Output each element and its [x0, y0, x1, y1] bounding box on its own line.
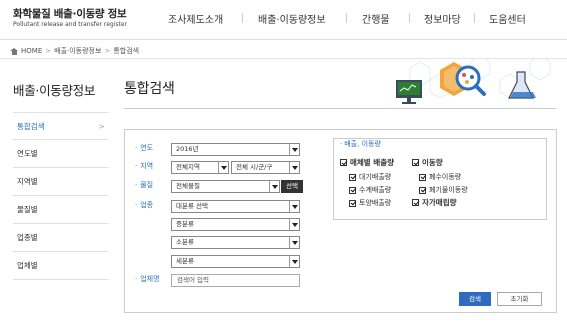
region-select-value: 전체지역	[176, 163, 200, 171]
year-select-value: 2016년	[176, 145, 199, 153]
breadcrumb-section[interactable]: 배출·이동량정보	[54, 46, 101, 56]
chevron-right-icon: >	[98, 122, 105, 131]
nav-item-help-center[interactable]: 도움센터	[489, 11, 526, 26]
page: 화학물질 배출·이동량 정보 Pollutant release and tra…	[0, 0, 567, 329]
soil-release-label: 토양배출량	[359, 199, 392, 207]
waste-transfer-label: 폐기물이동량	[429, 186, 468, 194]
chevron-right-icon: >	[45, 47, 52, 55]
sidebar-item-label: 물질별	[17, 205, 38, 214]
emission-options-panel: 배출, 이동량 매체별 배출량 이동량 대기배출량 폐수이동량 수계배출량 폐기…	[333, 138, 547, 220]
chevron-down-icon	[289, 237, 299, 248]
sidebar-item-by-company[interactable]: 업체별	[13, 252, 109, 280]
substance-select-button[interactable]: 선택	[281, 180, 303, 193]
nav-item-publications[interactable]: 간행물	[362, 11, 390, 26]
water-release-label: 수계배출량	[359, 186, 392, 194]
sidebar-title: 배출·이동량정보	[13, 83, 96, 98]
checkbox-icon	[412, 159, 419, 166]
substance-select[interactable]: 전체물질	[171, 180, 280, 193]
breadcrumb: HOME > 배출·이동량정보 > 통합검색	[10, 46, 139, 56]
nav-separator	[409, 13, 410, 23]
nav-item-survey-system[interactable]: 조사제도소개	[168, 11, 223, 26]
air-release-checkbox[interactable]: 대기배출량	[349, 172, 391, 182]
chevron-down-icon	[289, 256, 299, 267]
industry-major-value: 대분류 선택	[176, 202, 208, 210]
city-select[interactable]: 전체 시/군/구	[231, 161, 300, 174]
wastewater-transfer-label: 폐수이동량	[429, 173, 462, 181]
city-select-value: 전체 시/군/구	[236, 163, 273, 171]
sidebar-nav: 통합검색 > 연도별 지역별 물질별 업종별 업체별	[13, 112, 109, 280]
chevron-down-icon	[289, 201, 299, 212]
sidebar-item-label: 연도별	[17, 149, 38, 158]
checkbox-icon	[419, 186, 426, 194]
emission-title: 배출, 이동량	[340, 139, 381, 149]
substance-select-value: 전체물질	[176, 182, 200, 190]
page-title: 통합검색	[124, 81, 175, 97]
waste-transfer-checkbox[interactable]: 폐기물이동량	[419, 185, 468, 195]
checkbox-icon	[349, 199, 356, 207]
chevron-down-icon	[218, 162, 228, 173]
industry-detail-value: 세분류	[176, 257, 194, 265]
year-select[interactable]: 2016년	[171, 143, 300, 156]
soil-release-checkbox[interactable]: 토양배출량	[349, 198, 391, 208]
nav-item-info[interactable]: 정보마당	[424, 11, 461, 26]
checkbox-icon	[349, 173, 356, 181]
sidebar-item-by-substance[interactable]: 물질별	[13, 196, 109, 224]
chevron-down-icon	[289, 162, 299, 173]
chevron-right-icon: >	[104, 47, 111, 55]
region-label: 지역	[135, 161, 153, 171]
sidebar-item-by-industry[interactable]: 업종별	[13, 224, 109, 252]
air-release-label: 대기배출량	[359, 173, 392, 181]
home-icon	[10, 47, 18, 55]
checkbox-icon	[349, 186, 356, 194]
wastewater-transfer-checkbox[interactable]: 폐수이동량	[419, 172, 461, 182]
site-header: 화학물질 배출·이동량 정보 Pollutant release and tra…	[0, 0, 567, 40]
sidebar-item-label: 지역별	[17, 177, 38, 186]
checkbox-icon	[419, 173, 426, 181]
self-landfill-label: 자가매립량	[422, 198, 457, 207]
nav-separator	[242, 13, 243, 23]
sidebar-item-integrated-search[interactable]: 통합검색 >	[13, 112, 109, 140]
monitor-icon	[396, 80, 422, 104]
release-total-checkbox[interactable]: 매체별 배출량	[340, 157, 394, 168]
substance-label: 물질	[135, 180, 153, 190]
science-illustration	[396, 58, 551, 104]
sidebar-item-label: 업종별	[17, 233, 38, 242]
global-nav: 조사제도소개 배출·이동량정보 간행물 정보마당 도움센터	[0, 11, 567, 26]
checkbox-icon	[412, 199, 419, 206]
checkbox-icon	[340, 159, 347, 166]
transfer-total-label: 이동량	[422, 158, 443, 167]
sidebar-item-label: 통합검색	[17, 122, 45, 131]
chevron-down-icon	[289, 144, 299, 155]
transfer-total-checkbox[interactable]: 이동량	[412, 157, 443, 168]
industry-mid-value: 중분류	[176, 220, 194, 228]
chevron-down-icon	[269, 181, 279, 192]
year-label: 연도	[135, 143, 153, 153]
release-total-label: 매체별 배출량	[350, 158, 395, 167]
nav-separator	[474, 13, 475, 23]
region-select[interactable]: 전체지역	[171, 161, 229, 174]
company-label: 업체명	[135, 274, 159, 284]
industry-small-value: 소분류	[176, 238, 194, 246]
water-release-checkbox[interactable]: 수계배출량	[349, 185, 391, 195]
reset-button[interactable]: 초기화	[497, 292, 542, 306]
sidebar-item-by-year[interactable]: 연도별	[13, 140, 109, 168]
industry-small-select[interactable]: 소분류	[171, 236, 300, 249]
chevron-down-icon	[289, 219, 299, 230]
search-button[interactable]: 검색	[459, 292, 491, 306]
industry-detail-select[interactable]: 세분류	[171, 255, 300, 268]
self-landfill-checkbox[interactable]: 자가매립량	[412, 197, 457, 208]
divider	[124, 108, 556, 109]
breadcrumb-current: 통합검색	[113, 47, 140, 55]
nav-item-release-transfer[interactable]: 배출·이동량정보	[258, 11, 326, 26]
company-search-input[interactable]: 검색어 입력	[171, 274, 300, 287]
nav-separator	[346, 13, 347, 23]
industry-major-select[interactable]: 대분류 선택	[171, 200, 300, 213]
industry-label: 업종	[135, 200, 153, 210]
breadcrumb-home[interactable]: HOME	[21, 47, 42, 55]
industry-mid-select[interactable]: 중분류	[171, 218, 300, 231]
sidebar-item-label: 업체별	[17, 261, 38, 270]
sidebar-item-by-region[interactable]: 지역별	[13, 168, 109, 196]
